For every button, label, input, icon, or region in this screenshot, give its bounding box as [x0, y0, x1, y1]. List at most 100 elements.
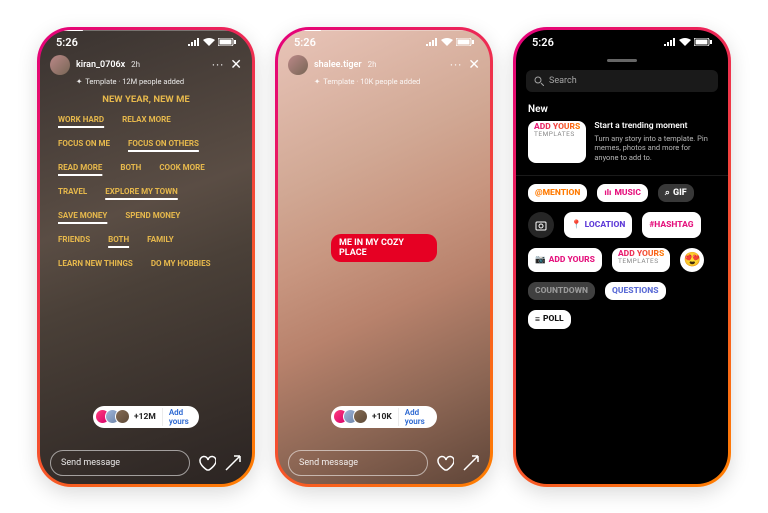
participant-count: +12M — [134, 412, 156, 422]
add-yours-button[interactable]: Add yours — [398, 408, 429, 426]
story-footer: Send message — [288, 450, 480, 476]
option[interactable]: COOK MORE — [159, 163, 204, 172]
story-screen-1: 5:26 kiran_0706x 2h ··· ✕ ✦ Template · 1… — [40, 30, 252, 484]
username[interactable]: shalee.tiger — [314, 60, 362, 70]
phone-frame-1: 5:26 kiran_0706x 2h ··· ✕ ✦ Template · 1… — [37, 27, 255, 487]
story-time: 2h — [368, 60, 377, 69]
option[interactable]: BOTH — [108, 235, 129, 244]
sticker-gif[interactable]: ⌕GIF — [658, 184, 694, 202]
sticker-mention[interactable]: @MENTION — [528, 184, 587, 202]
close-icon[interactable]: ✕ — [230, 57, 242, 73]
option[interactable]: LEARN NEW THINGS — [58, 259, 133, 268]
wifi-icon — [441, 38, 453, 46]
story-progress — [286, 30, 482, 32]
battery-icon — [456, 38, 474, 46]
story-body-1: NEW YEAR, NEW ME WORK HARD RELAX MORE FOCU… — [40, 90, 252, 434]
search-input[interactable]: Search — [526, 70, 718, 92]
search-icon: ⌕ — [665, 188, 670, 198]
search-icon — [534, 76, 544, 86]
avatar[interactable] — [288, 55, 308, 75]
option-row: LEARN NEW THINGS DO MY HOBBIES — [58, 259, 234, 268]
sticker-add-yours-templates-promo[interactable]: ADD YOURS TEMPLATES — [528, 121, 586, 163]
status-bar: 5:26 — [516, 30, 728, 51]
avatar-stack — [95, 409, 130, 424]
sticker-hashtag[interactable]: #HASHTAG — [642, 212, 700, 238]
option-row: TRAVEL EXPLORE MY TOWN — [58, 187, 234, 196]
add-yours-button[interactable]: Add yours — [162, 408, 191, 426]
template-meta[interactable]: ✦ Template · 12M people added — [40, 77, 252, 86]
add-yours-pill[interactable]: +10K Add yours — [331, 406, 437, 428]
close-icon[interactable]: ✕ — [468, 57, 480, 73]
music-icon: ılı — [604, 188, 611, 198]
option[interactable]: WORK HARD — [58, 115, 104, 124]
story-progress — [48, 30, 244, 32]
sticker-add-yours-templates[interactable]: ADD YOURS TEMPLATES — [612, 248, 670, 272]
phone-frame-2: 5:26 shalee.tiger 2h ··· ✕ ✦ Template · … — [275, 27, 493, 487]
status-bar: 5:26 — [278, 30, 490, 51]
add-yours-pill[interactable]: +12M Add yours — [93, 406, 199, 428]
heart-icon[interactable] — [198, 454, 216, 472]
sticker-location[interactable]: 📍LOCATION — [564, 212, 632, 238]
option-row: WORK HARD RELAX MORE — [58, 115, 234, 124]
phone-frame-3: 5:26 Search New ADD YOURS TEMPLATES Star… — [513, 27, 731, 487]
status-indicators — [426, 38, 474, 46]
sticker-music[interactable]: ılıMUSIC — [597, 184, 648, 202]
sticker-camera[interactable] — [528, 212, 554, 238]
status-indicators — [664, 38, 712, 46]
message-input[interactable]: Send message — [50, 450, 190, 476]
option[interactable]: SAVE MONEY — [58, 211, 107, 220]
option[interactable]: TRAVEL — [58, 187, 87, 196]
template-title: NEW YEAR, NEW ME — [40, 94, 252, 105]
template-meta[interactable]: ✦ Template · 10K people added — [278, 77, 490, 86]
promo-row: ADD YOURS TEMPLATES Start a trending mom… — [516, 121, 728, 176]
option[interactable]: SPEND MONEY — [125, 211, 180, 220]
option[interactable]: READ MORE — [58, 163, 102, 172]
battery-icon — [694, 38, 712, 46]
option[interactable]: FOCUS ON OTHERS — [128, 139, 199, 148]
status-time: 5:26 — [532, 36, 554, 49]
heart-icon[interactable] — [436, 454, 454, 472]
username[interactable]: kiran_0706x — [76, 60, 125, 70]
avatar-stack — [333, 409, 368, 424]
sticker-grid: @MENTION ılıMUSIC ⌕GIF 📍LOCATION #HASHTA… — [516, 176, 728, 337]
section-new: New — [516, 92, 728, 121]
sticker-questions[interactable]: QUESTIONS — [605, 282, 666, 300]
option[interactable]: FRIENDS — [58, 235, 90, 244]
option[interactable]: RELAX MORE — [122, 115, 171, 124]
signal-icon — [426, 38, 438, 46]
search-placeholder: Search — [549, 76, 577, 86]
story-header: kiran_0706x 2h ··· ✕ — [40, 51, 252, 79]
location-icon: 📍 — [571, 220, 582, 230]
option-row: FRIENDS BOTH FAMILY — [58, 235, 234, 244]
drag-handle[interactable] — [607, 59, 637, 62]
send-icon[interactable] — [462, 454, 480, 472]
wifi-icon — [679, 38, 691, 46]
story-header: shalee.tiger 2h ··· ✕ — [278, 51, 490, 79]
battery-icon — [218, 38, 236, 46]
story-screen-2: 5:26 shalee.tiger 2h ··· ✕ ✦ Template · … — [278, 30, 490, 484]
message-input[interactable]: Send message — [288, 450, 428, 476]
option[interactable]: BOTH — [120, 163, 141, 172]
story-footer: Send message — [50, 450, 242, 476]
option[interactable]: EXPLORE MY TOWN — [105, 187, 178, 196]
more-icon[interactable]: ··· — [450, 58, 462, 72]
send-icon[interactable] — [224, 454, 242, 472]
option[interactable]: FAMILY — [147, 235, 174, 244]
participant-count: +10K — [372, 412, 392, 422]
sticker-countdown[interactable]: COUNTDOWN — [528, 282, 595, 300]
cozy-label: ME IN MY COZY PLACE — [331, 234, 437, 262]
promo-text: Start a trending moment Turn any story i… — [594, 121, 714, 163]
more-icon[interactable]: ··· — [212, 58, 224, 72]
option[interactable]: DO MY HOBBIES — [151, 259, 211, 268]
sticker-poll[interactable]: ≡POLL — [528, 310, 571, 329]
camera-icon — [535, 219, 547, 231]
wifi-icon — [203, 38, 215, 46]
option[interactable]: FOCUS ON ME — [58, 139, 110, 148]
sticker-add-yours[interactable]: 📷ADD YOURS — [528, 248, 602, 272]
signal-icon — [664, 38, 676, 46]
signal-icon — [188, 38, 200, 46]
avatar[interactable] — [50, 55, 70, 75]
sticker-emoji[interactable]: 😍 — [680, 248, 704, 272]
sticker-sheet-screen: 5:26 Search New ADD YOURS TEMPLATES Star… — [516, 30, 728, 484]
option-row: SAVE MONEY SPEND MONEY — [58, 211, 234, 220]
